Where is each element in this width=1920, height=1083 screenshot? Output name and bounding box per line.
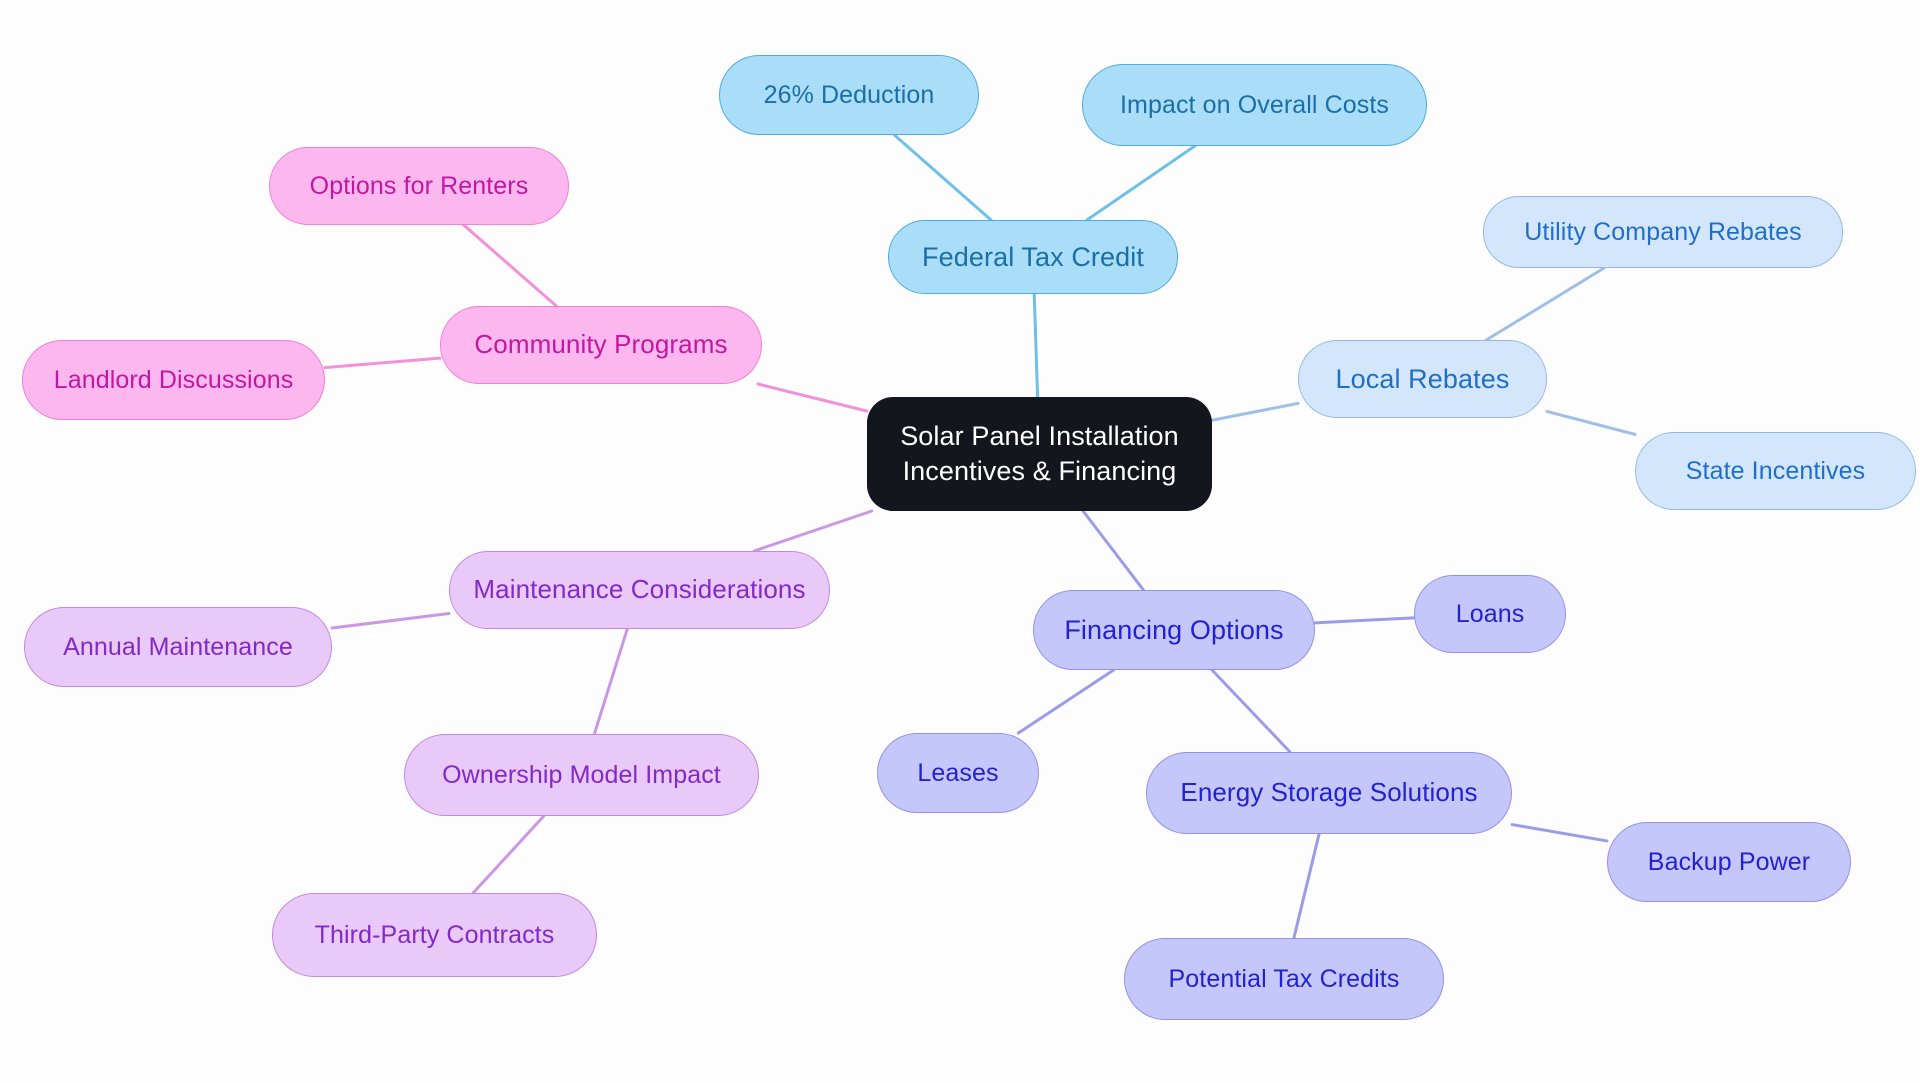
node-label-landlord-discussions: Landlord Discussions <box>53 366 294 394</box>
node-label-ownership-model-impact: Ownership Model Impact <box>442 761 721 789</box>
node-potential-tax-credits[interactable]: Potential Tax Credits <box>1124 938 1444 1020</box>
edge-federal-tax-credit-to-impact-on-overall-costs <box>1085 144 1197 222</box>
edge-financing-options-to-leases <box>1016 668 1116 735</box>
edge-root-to-financing-options <box>1081 509 1145 592</box>
mindmap-canvas: Solar Panel Installation Incentives & Fin… <box>0 0 1920 1083</box>
node-community-programs[interactable]: Community Programs <box>440 306 762 384</box>
edge-ownership-model-impact-to-third-party-contracts <box>471 814 546 895</box>
node-loans[interactable]: Loans <box>1414 575 1566 653</box>
edge-maintenance-considerations-to-annual-maintenance <box>330 612 451 630</box>
node-label-options-for-renters: Options for Renters <box>309 172 529 200</box>
edge-energy-storage-solutions-to-backup-power <box>1510 823 1609 843</box>
node-energy-storage-solutions[interactable]: Energy Storage Solutions <box>1146 752 1512 834</box>
node-label-annual-maintenance: Annual Maintenance <box>63 633 293 661</box>
node-backup-power[interactable]: Backup Power <box>1607 822 1851 902</box>
node-impact-on-overall-costs[interactable]: Impact on Overall Costs <box>1082 64 1427 146</box>
node-label-utility-company-rebates: Utility Company Rebates <box>1524 218 1802 246</box>
node-label-third-party-contracts: Third-Party Contracts <box>314 921 555 949</box>
node-state-incentives[interactable]: State Incentives <box>1635 432 1916 510</box>
node-utility-company-rebates[interactable]: Utility Company Rebates <box>1483 196 1843 268</box>
node-landlord-discussions[interactable]: Landlord Discussions <box>22 340 325 420</box>
edge-root-to-federal-tax-credit <box>1032 292 1040 399</box>
node-label-leases: Leases <box>917 759 999 787</box>
node-financing-options[interactable]: Financing Options <box>1033 590 1315 670</box>
edge-local-rebates-to-state-incentives <box>1545 409 1637 436</box>
edge-federal-tax-credit-to-26-percent-deduction <box>892 133 993 222</box>
edge-root-to-maintenance-considerations <box>752 509 874 553</box>
node-label-energy-storage-solutions: Energy Storage Solutions <box>1180 777 1478 808</box>
node-federal-tax-credit[interactable]: Federal Tax Credit <box>888 220 1178 294</box>
node-label-loans: Loans <box>1455 600 1525 628</box>
node-ownership-model-impact[interactable]: Ownership Model Impact <box>404 734 759 816</box>
edge-financing-options-to-energy-storage-solutions <box>1210 668 1292 754</box>
node-label-backup-power: Backup Power <box>1647 848 1811 876</box>
edge-local-rebates-to-utility-company-rebates <box>1484 266 1606 342</box>
edge-community-programs-to-options-for-renters <box>462 223 558 308</box>
node-maintenance-considerations[interactable]: Maintenance Considerations <box>449 551 830 629</box>
node-label-impact-on-overall-costs: Impact on Overall Costs <box>1119 91 1390 119</box>
edge-energy-storage-solutions-to-potential-tax-credits <box>1292 832 1321 940</box>
node-label-26-percent-deduction: 26% Deduction <box>763 81 935 109</box>
edge-financing-options-to-loans <box>1313 616 1416 625</box>
edge-community-programs-to-landlord-discussions <box>323 356 442 370</box>
node-leases[interactable]: Leases <box>877 733 1039 813</box>
edge-root-to-community-programs <box>756 382 869 413</box>
node-label-state-incentives: State Incentives <box>1685 457 1866 485</box>
node-annual-maintenance[interactable]: Annual Maintenance <box>24 607 332 687</box>
edge-root-to-local-rebates <box>1210 401 1300 422</box>
node-label-potential-tax-credits: Potential Tax Credits <box>1168 965 1400 993</box>
node-label-community-programs: Community Programs <box>474 329 728 360</box>
node-options-for-renters[interactable]: Options for Renters <box>269 147 569 225</box>
node-third-party-contracts[interactable]: Third-Party Contracts <box>272 893 597 977</box>
node-label-maintenance-considerations: Maintenance Considerations <box>473 574 806 605</box>
root-title-line-2: Incentives & Financing <box>902 456 1177 486</box>
root-title-line-1: Solar Panel Installation <box>900 421 1179 452</box>
node-label-local-rebates: Local Rebates <box>1335 363 1510 394</box>
node-local-rebates[interactable]: Local Rebates <box>1298 340 1547 418</box>
node-label-financing-options: Financing Options <box>1064 614 1284 645</box>
edge-maintenance-considerations-to-ownership-model-impact <box>592 627 629 736</box>
root-node[interactable]: Solar Panel Installation Incentives & Fin… <box>867 397 1212 511</box>
node-label-federal-tax-credit: Federal Tax Credit <box>922 241 1144 272</box>
node-26-percent-deduction[interactable]: 26% Deduction <box>719 55 979 135</box>
